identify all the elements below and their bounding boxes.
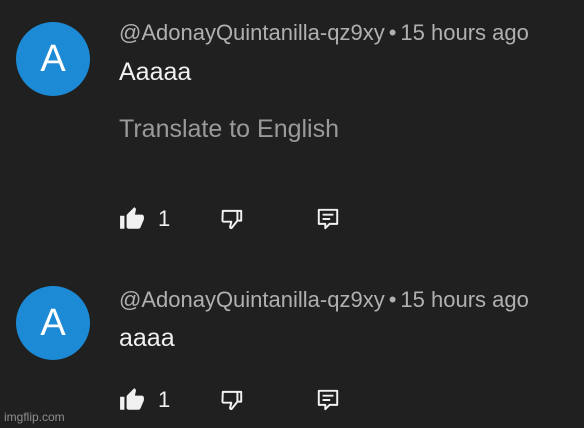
author-name[interactable]: @AdonayQuintanilla-qz9xy <box>119 20 385 45</box>
thumbs-up-icon <box>119 387 145 413</box>
like-button[interactable]: 1 <box>119 206 170 232</box>
like-button[interactable]: 1 <box>119 387 170 413</box>
avatar[interactable]: A <box>16 286 90 360</box>
thumbs-down-icon <box>219 387 245 413</box>
comment-text: Aaaaa <box>119 58 192 86</box>
comment-meta: @AdonayQuintanilla-qz9xy • 15 hours ago <box>119 20 529 46</box>
author-name[interactable]: @AdonayQuintanilla-qz9xy <box>119 287 385 312</box>
comment-time[interactable]: 15 hours ago <box>400 287 528 312</box>
watermark: imgflip.com <box>4 410 65 424</box>
dislike-button[interactable] <box>219 387 245 413</box>
meta-separator: • <box>388 20 397 45</box>
reply-icon <box>315 387 341 413</box>
reply-button[interactable] <box>315 206 341 232</box>
like-count: 1 <box>158 206 171 231</box>
comment-text: aaaa <box>119 324 175 352</box>
translate-link[interactable]: Translate to English <box>119 114 339 144</box>
like-count: 1 <box>158 387 171 412</box>
avatar[interactable]: A <box>16 22 90 96</box>
reply-icon <box>315 206 341 232</box>
thumbs-down-icon <box>219 206 245 232</box>
comment-time[interactable]: 15 hours ago <box>400 20 528 45</box>
thumbs-up-icon <box>119 206 145 232</box>
reply-button[interactable] <box>315 387 341 413</box>
dislike-button[interactable] <box>219 206 245 232</box>
comment-meta: @AdonayQuintanilla-qz9xy • 15 hours ago <box>119 287 529 313</box>
meta-separator: • <box>388 287 397 312</box>
